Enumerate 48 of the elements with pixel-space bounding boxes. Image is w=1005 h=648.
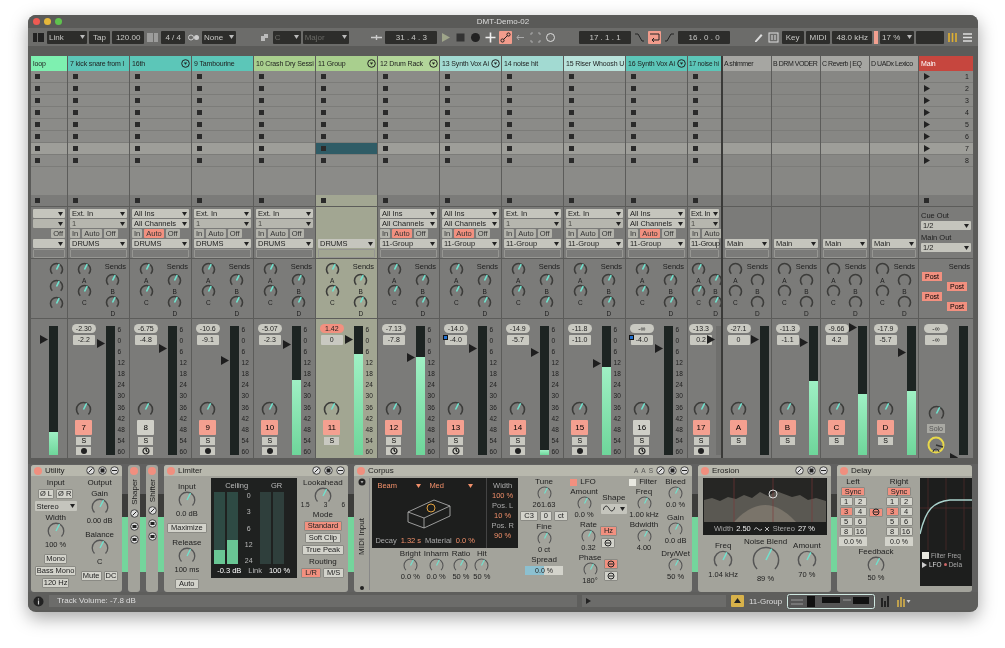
track-activator-button[interactable]: 11	[323, 420, 341, 435]
status-message: Track Volume: -7.8 dB	[49, 595, 577, 607]
section-label: Filter	[639, 478, 657, 486]
parameter-label: Output	[87, 478, 112, 487]
device-title: Corpus	[368, 466, 394, 475]
track-activator-button[interactable]: 10	[261, 420, 279, 435]
midi-map-button[interactable]: MIDI	[805, 30, 831, 44]
track-activator-button[interactable]: 8	[137, 420, 155, 435]
device-title: Delay	[851, 466, 872, 475]
track-activator-button[interactable]: C	[828, 420, 845, 435]
track-activator-button[interactable]: 9	[199, 420, 217, 435]
parameter-label: Routing	[309, 557, 337, 566]
track-activator-button[interactable]: 14	[509, 420, 527, 435]
track-activator-button[interactable]: 12	[385, 420, 403, 435]
window-title: DMT-Demo-02	[476, 17, 530, 26]
parameter-label: Mode	[312, 510, 333, 519]
device-title: Utility	[45, 466, 65, 475]
parameter-label: Input	[46, 478, 65, 487]
device-title: Limiter	[178, 466, 202, 475]
loop-length-field[interactable]: 16 . 0 . 0	[678, 30, 731, 44]
side-label: MIDI Input	[357, 517, 366, 555]
position-field[interactable]: 31 . 4 . 3	[385, 30, 438, 44]
track-activator-button[interactable]: B	[779, 420, 796, 435]
tempo-field[interactable]: 120.00	[111, 30, 145, 44]
time-signature-field[interactable]: 4 / 4	[161, 30, 185, 44]
section-label: LFO	[580, 478, 596, 486]
loop-start-field[interactable]: 17 . 1 . 1	[579, 30, 632, 44]
track-activator-button[interactable]: 7	[75, 420, 93, 435]
cpu-meter[interactable]: 17 %	[880, 30, 915, 44]
parameter-label: Right	[889, 478, 909, 486]
device-title: Shifter	[147, 479, 157, 503]
parameter-label: Left	[846, 478, 860, 486]
key-map-button[interactable]: Key	[781, 30, 804, 44]
quantize-dropdown[interactable]: None	[201, 30, 236, 44]
parameter-label: Shape	[602, 493, 626, 502]
selected-track-label: 11-Group	[749, 596, 783, 606]
parameter-label: Spread	[531, 556, 557, 564]
track-activator-button[interactable]: A	[730, 420, 747, 435]
sample-rate-field[interactable]: 48.0 kHz	[832, 30, 873, 44]
track-activator-button[interactable]: 16	[633, 420, 651, 435]
track-activator-button[interactable]: 13	[447, 420, 465, 435]
track-activator-button[interactable]: 15	[571, 420, 589, 435]
link-dropdown[interactable]: Link	[47, 30, 87, 44]
device-title: Shaper	[129, 479, 139, 505]
tap-button[interactable]: Tap	[89, 30, 110, 44]
device-title: Erosion	[712, 466, 740, 475]
track-activator-button[interactable]: 17	[692, 420, 710, 435]
track-activator-button[interactable]: D	[877, 420, 894, 435]
